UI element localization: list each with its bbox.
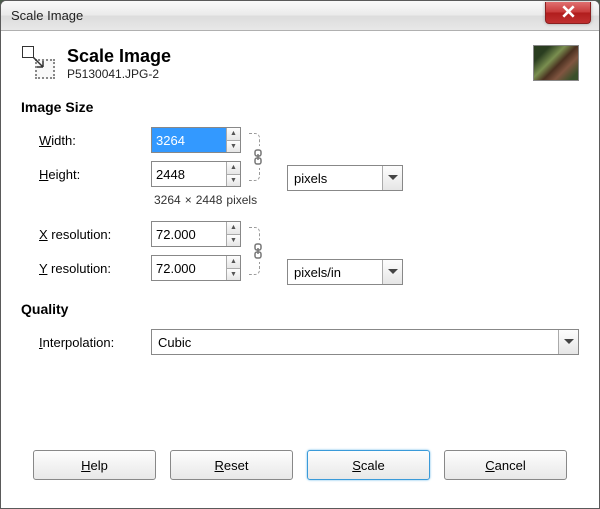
yres-input[interactable] — [152, 256, 226, 280]
chevron-down-icon — [382, 166, 402, 190]
height-input[interactable] — [152, 162, 226, 186]
width-label: Width: — [39, 133, 151, 148]
close-icon — [562, 5, 575, 21]
yres-down[interactable]: ▼ — [227, 269, 240, 281]
xres-up[interactable]: ▲ — [227, 222, 240, 235]
res-link-bracket — [245, 221, 273, 281]
chevron-down-icon — [382, 260, 402, 284]
height-spinner[interactable]: ▲▼ — [151, 161, 241, 187]
size-link-bracket — [245, 127, 273, 187]
height-up[interactable]: ▲ — [227, 162, 240, 175]
width-up[interactable]: ▲ — [227, 128, 240, 141]
image-size-heading: Image Size — [21, 99, 579, 115]
xres-input[interactable] — [152, 222, 226, 246]
window-title: Scale Image — [11, 8, 83, 23]
height-down[interactable]: ▼ — [227, 175, 240, 187]
dimensions-readout: 3264×2448pixels — [154, 193, 579, 207]
close-button[interactable] — [545, 2, 591, 24]
height-label: Height: — [39, 167, 151, 182]
reset-button[interactable]: Reset — [170, 450, 293, 480]
button-bar: Help Reset Scale Cancel — [21, 436, 579, 494]
scale-icon — [21, 45, 57, 81]
width-spinner[interactable]: ▲▼ — [151, 127, 241, 153]
xres-down[interactable]: ▼ — [227, 235, 240, 247]
help-button[interactable]: Help — [33, 450, 156, 480]
image-thumbnail — [533, 45, 579, 81]
dialog-title: Scale Image — [67, 46, 523, 67]
scale-image-dialog: Scale Image Scale Image P5130041.JPG-2 I… — [0, 0, 600, 509]
cancel-button[interactable]: Cancel — [444, 450, 567, 480]
chain-icon — [252, 247, 264, 262]
xres-spinner[interactable]: ▲▼ — [151, 221, 241, 247]
width-down[interactable]: ▼ — [227, 141, 240, 153]
chain-icon — [252, 153, 264, 168]
scale-button[interactable]: Scale — [307, 450, 430, 480]
yres-label: Y resolution: — [39, 261, 151, 276]
dialog-content: Scale Image P5130041.JPG-2 Image Size Wi… — [1, 31, 599, 508]
chevron-down-icon — [558, 330, 578, 354]
res-unit-combo[interactable]: pixels/in — [287, 259, 403, 285]
titlebar[interactable]: Scale Image — [1, 1, 599, 31]
res-chain-toggle[interactable] — [252, 243, 264, 259]
width-input[interactable] — [152, 128, 226, 152]
interpolation-label: Interpolation: — [39, 335, 151, 350]
size-unit-combo[interactable]: pixels — [287, 165, 403, 191]
yres-spinner[interactable]: ▲▼ — [151, 255, 241, 281]
size-chain-toggle[interactable] — [252, 149, 264, 165]
xres-label: X resolution: — [39, 227, 151, 242]
interpolation-combo[interactable]: Cubic — [151, 329, 579, 355]
quality-heading: Quality — [21, 301, 579, 317]
dialog-subtitle: P5130041.JPG-2 — [67, 67, 523, 81]
dialog-header: Scale Image P5130041.JPG-2 — [21, 45, 579, 81]
yres-up[interactable]: ▲ — [227, 256, 240, 269]
